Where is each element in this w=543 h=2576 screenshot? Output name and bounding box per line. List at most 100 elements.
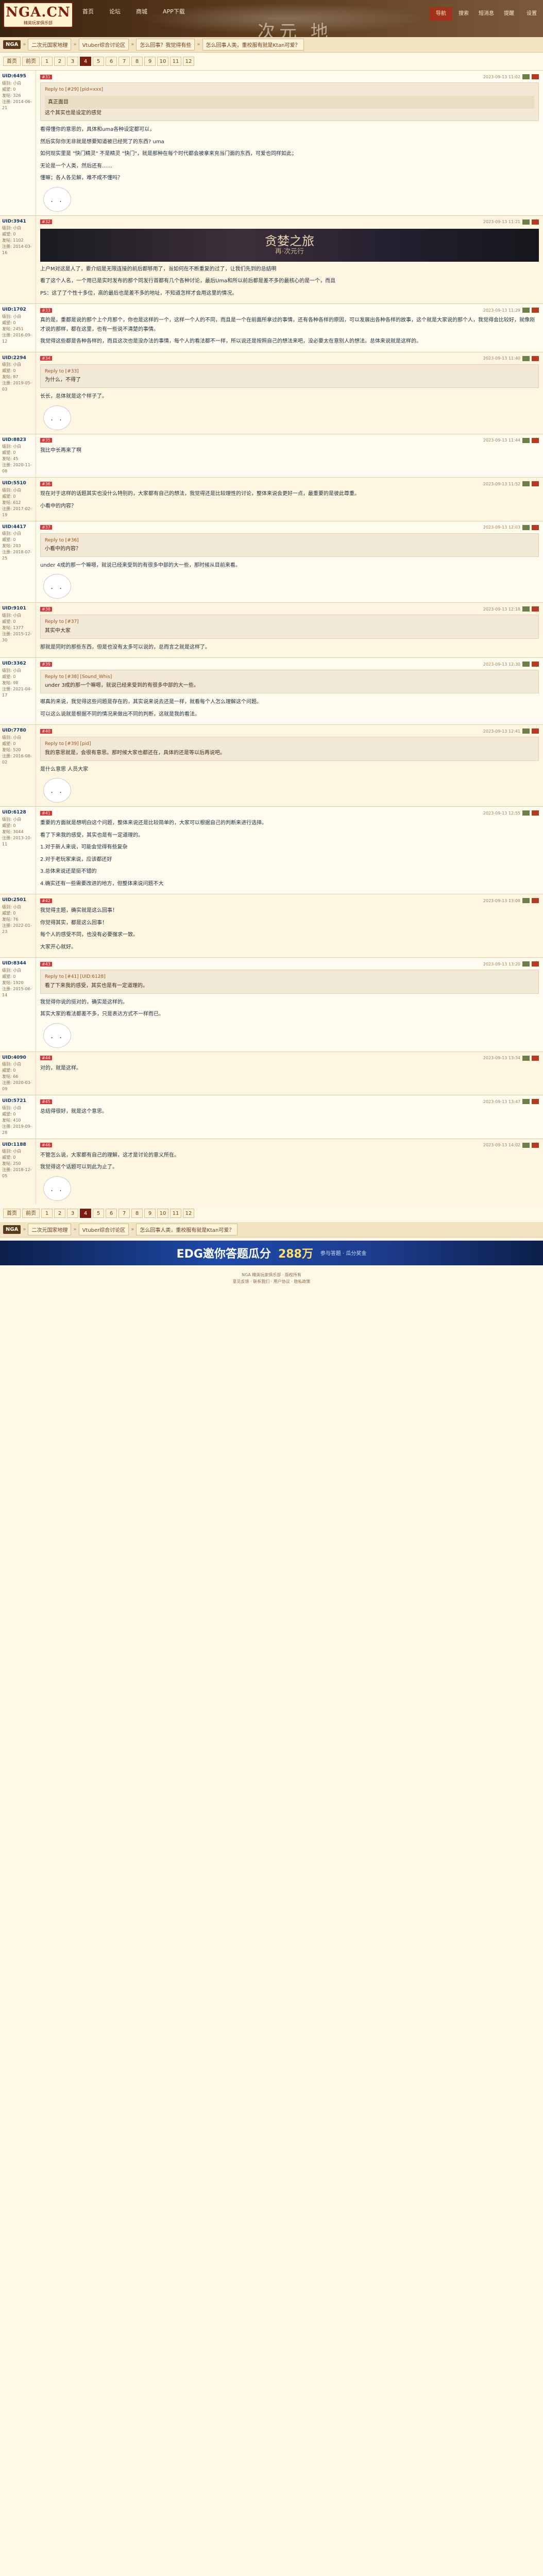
- post-floor[interactable]: #41: [40, 810, 52, 816]
- post-floor[interactable]: #44: [40, 1056, 52, 1061]
- author-name[interactable]: UID:4090: [2, 1055, 33, 1062]
- reply-icon[interactable]: [532, 1142, 539, 1148]
- breadcrumb-site[interactable]: NGA: [3, 40, 21, 49]
- pager-page[interactable]: 3: [67, 1208, 78, 1218]
- pager-page[interactable]: 10: [157, 57, 168, 66]
- breadcrumb-item[interactable]: Vtuber综合讨论区: [78, 1223, 129, 1235]
- post-floor[interactable]: #43: [40, 961, 52, 967]
- pager-page[interactable]: 7: [118, 57, 130, 66]
- breadcrumb-item[interactable]: 二次元国家地理: [28, 1223, 72, 1235]
- quote-header[interactable]: Reply to [#37]: [45, 618, 534, 626]
- like-icon[interactable]: [522, 355, 530, 361]
- post-image[interactable]: 贪婪之旅 再·次元行: [40, 228, 539, 262]
- reply-icon[interactable]: [532, 74, 539, 79]
- like-icon[interactable]: [522, 1142, 530, 1148]
- post-floor[interactable]: #33: [40, 308, 52, 313]
- quote-header[interactable]: Reply to [#41] [UID:6128]: [45, 973, 534, 981]
- reply-icon[interactable]: [532, 355, 539, 361]
- author-name[interactable]: UID:1188: [2, 1142, 33, 1149]
- like-icon[interactable]: [522, 961, 530, 967]
- post-floor[interactable]: #42: [40, 898, 52, 903]
- reply-icon[interactable]: [532, 1099, 539, 1105]
- post-floor[interactable]: #39: [40, 662, 52, 667]
- post-floor[interactable]: #40: [40, 728, 52, 734]
- like-icon[interactable]: [522, 662, 530, 667]
- reply-icon[interactable]: [532, 219, 539, 225]
- like-icon[interactable]: [522, 728, 530, 734]
- like-icon[interactable]: [522, 308, 530, 313]
- author-name[interactable]: UID:8344: [2, 960, 33, 968]
- like-icon[interactable]: [522, 524, 530, 530]
- pager-prev[interactable]: 前页: [22, 57, 40, 66]
- pager-page-current[interactable]: 4: [80, 57, 91, 66]
- like-icon[interactable]: [522, 606, 530, 612]
- pager-page[interactable]: 5: [93, 57, 104, 66]
- pager-page[interactable]: 12: [183, 57, 194, 66]
- like-icon[interactable]: [522, 1099, 530, 1105]
- pager-page[interactable]: 8: [131, 1208, 143, 1218]
- reply-icon[interactable]: [532, 524, 539, 530]
- reply-icon[interactable]: [532, 961, 539, 967]
- nav-forum[interactable]: 论坛: [109, 7, 121, 15]
- pager-page[interactable]: 5: [93, 1208, 104, 1218]
- reply-icon[interactable]: [532, 481, 539, 487]
- post-floor[interactable]: #34: [40, 356, 52, 361]
- like-icon[interactable]: [522, 810, 530, 816]
- nav-shop[interactable]: 商城: [136, 7, 147, 15]
- post-floor[interactable]: #45: [40, 1099, 52, 1104]
- pager-page[interactable]: 7: [118, 1208, 130, 1218]
- reply-icon[interactable]: [532, 728, 539, 734]
- pager-page[interactable]: 1: [41, 57, 53, 66]
- pager-first[interactable]: 首页: [3, 57, 21, 66]
- pager-prev[interactable]: 前页: [22, 1208, 40, 1218]
- tab-messages[interactable]: 短消息: [475, 7, 498, 21]
- reply-icon[interactable]: [532, 308, 539, 313]
- pager-page[interactable]: 12: [183, 1208, 194, 1218]
- author-name[interactable]: UID:2501: [2, 897, 33, 904]
- pager-page[interactable]: 9: [144, 57, 156, 66]
- reply-icon[interactable]: [532, 898, 539, 904]
- breadcrumb-thread-title[interactable]: 怎么回事人类，重校服有就是Ktan可爱？: [202, 39, 304, 50]
- pager-page[interactable]: 6: [106, 57, 117, 66]
- breadcrumb-item[interactable]: 怎么回事？我觉得有些: [136, 39, 195, 50]
- reply-icon[interactable]: [532, 437, 539, 443]
- author-name[interactable]: UID:9101: [2, 605, 33, 613]
- tab-notifications[interactable]: 提醒: [498, 7, 520, 21]
- like-icon[interactable]: [522, 437, 530, 443]
- author-name[interactable]: UID:8823: [2, 437, 33, 444]
- like-icon[interactable]: [522, 481, 530, 487]
- post-floor[interactable]: #31: [40, 74, 52, 79]
- pager-page[interactable]: 6: [106, 1208, 117, 1218]
- tab-search[interactable]: 搜索: [452, 7, 475, 21]
- breadcrumb-thread-title[interactable]: 怎么回事人类，重校服有就是Ktan可爱？: [136, 1223, 238, 1235]
- nav-app-download[interactable]: APP下载: [163, 7, 185, 15]
- reply-icon[interactable]: [532, 810, 539, 816]
- pager-page[interactable]: 2: [54, 57, 65, 66]
- like-icon[interactable]: [522, 898, 530, 904]
- author-name[interactable]: UID:3362: [2, 660, 33, 668]
- author-name[interactable]: UID:6495: [2, 73, 33, 80]
- pager-page[interactable]: 11: [170, 1208, 181, 1218]
- like-icon[interactable]: [522, 1055, 530, 1061]
- pager-page-current[interactable]: 4: [80, 1208, 91, 1218]
- reply-icon[interactable]: [532, 662, 539, 667]
- ad-banner[interactable]: EDG邀你答题瓜分 288万 参与答题 · 瓜分奖金: [0, 1240, 543, 1265]
- quote-header[interactable]: Reply to [#33]: [45, 368, 534, 376]
- tab-settings[interactable]: 设置: [520, 7, 543, 21]
- post-floor[interactable]: #46: [40, 1143, 52, 1148]
- author-name[interactable]: UID:1702: [2, 307, 33, 314]
- author-name[interactable]: UID:2294: [2, 355, 33, 362]
- pager-page[interactable]: 8: [131, 57, 143, 66]
- author-name[interactable]: UID:3941: [2, 218, 33, 226]
- breadcrumb-item[interactable]: Vtuber综合讨论区: [78, 39, 129, 50]
- post-floor[interactable]: #35: [40, 438, 52, 443]
- author-name[interactable]: UID:4417: [2, 524, 33, 531]
- quote-header[interactable]: Reply to [#38] [Sound_Whis]: [45, 673, 534, 681]
- breadcrumb-site[interactable]: NGA: [3, 1225, 21, 1234]
- post-floor[interactable]: #38: [40, 606, 52, 612]
- quote-header[interactable]: Reply to [#36]: [45, 537, 534, 545]
- post-floor[interactable]: #32: [40, 219, 52, 225]
- quote-header[interactable]: Reply to [#29] [pid=xxx]: [45, 86, 534, 94]
- author-name[interactable]: UID:6128: [2, 809, 33, 817]
- author-name[interactable]: UID:7780: [2, 727, 33, 735]
